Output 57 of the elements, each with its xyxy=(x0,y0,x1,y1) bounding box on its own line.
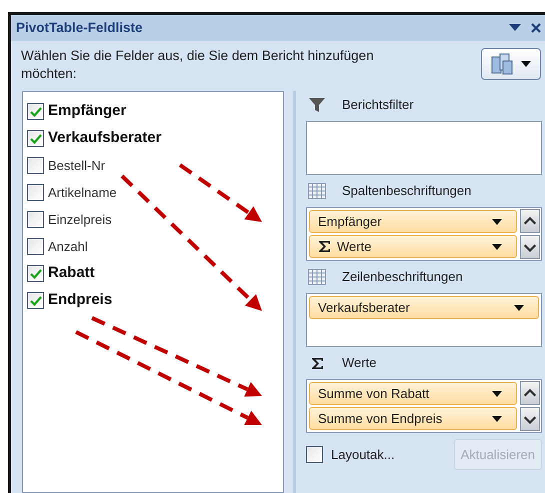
area-field-button[interactable]: Summe von Endpreis xyxy=(309,407,517,430)
checkbox-label[interactable]: Layoutak... xyxy=(331,444,446,464)
area-title: Werte xyxy=(342,354,376,372)
checkbox[interactable] xyxy=(27,103,44,120)
area-field-button[interactable]: Empfänger xyxy=(309,210,517,233)
field-name: Summe von Rabatt xyxy=(318,384,430,403)
checkmark-icon xyxy=(30,296,42,306)
checkmark-icon xyxy=(30,106,42,116)
checkmark-icon xyxy=(30,268,42,278)
scroll-up-button[interactable] xyxy=(520,381,540,405)
checkbox[interactable] xyxy=(306,446,323,463)
close-icon[interactable] xyxy=(531,23,541,33)
caret-icon xyxy=(492,244,502,250)
field-label[interactable]: Artikelname xyxy=(48,182,117,202)
field-name: Werte xyxy=(337,238,372,256)
caret-icon xyxy=(521,61,531,67)
area-title: Berichtsfilter xyxy=(342,96,414,114)
checkbox[interactable] xyxy=(27,238,44,255)
sigma-icon xyxy=(310,356,324,370)
field-label[interactable]: Endpreis xyxy=(48,289,112,312)
field-label[interactable]: Rabatt xyxy=(48,262,95,285)
scroll-down-button[interactable] xyxy=(520,235,540,259)
field-name: Summe von Endpreis xyxy=(318,410,444,428)
field-name: Verkaufsberater xyxy=(318,298,411,317)
area-field-button[interactable]: Werte xyxy=(309,235,517,258)
layout-icon xyxy=(491,53,513,75)
field-name: Empfänger xyxy=(318,212,383,231)
caret-icon xyxy=(492,218,502,224)
checkbox[interactable] xyxy=(27,130,44,147)
checkbox[interactable] xyxy=(27,157,44,174)
grid-icon xyxy=(308,269,326,285)
checkbox[interactable] xyxy=(27,265,44,282)
dropdown-caret-icon[interactable] xyxy=(509,24,521,32)
caret-icon xyxy=(492,416,502,422)
field-label[interactable]: Verkaufsberater xyxy=(48,127,162,150)
area-title: Spaltenbeschriftungen xyxy=(342,182,472,200)
checkbox[interactable] xyxy=(27,184,44,201)
field-label[interactable]: Empfänger xyxy=(48,100,126,123)
window-title: PivotTable-Feldliste xyxy=(16,18,144,37)
area-field-button[interactable]: Verkaufsberater xyxy=(309,296,539,319)
caret-icon xyxy=(514,304,524,310)
checkbox[interactable] xyxy=(27,211,44,228)
checkmark-icon xyxy=(30,134,42,144)
checkbox[interactable] xyxy=(27,292,44,309)
field-label[interactable]: Einzelpreis xyxy=(48,210,112,230)
area-field-button[interactable]: Summe von Rabatt xyxy=(309,382,517,405)
scroll-down-button[interactable] xyxy=(520,407,540,431)
layout-view-button[interactable] xyxy=(481,48,541,80)
scroll-up-button[interactable] xyxy=(520,209,540,233)
field-label[interactable]: Anzahl xyxy=(48,236,88,256)
instruction-text: Wählen Sie die Felder aus, die Sie dem Bericht hinzufügen möchten: xyxy=(21,47,375,83)
grid-icon xyxy=(308,183,326,199)
sigma-icon xyxy=(318,240,331,253)
filter-icon xyxy=(308,97,326,113)
field-label[interactable]: Bestell-Nr xyxy=(48,156,106,176)
area-title: Zeilenbeschriftungen xyxy=(342,268,463,286)
caret-icon xyxy=(492,390,502,396)
